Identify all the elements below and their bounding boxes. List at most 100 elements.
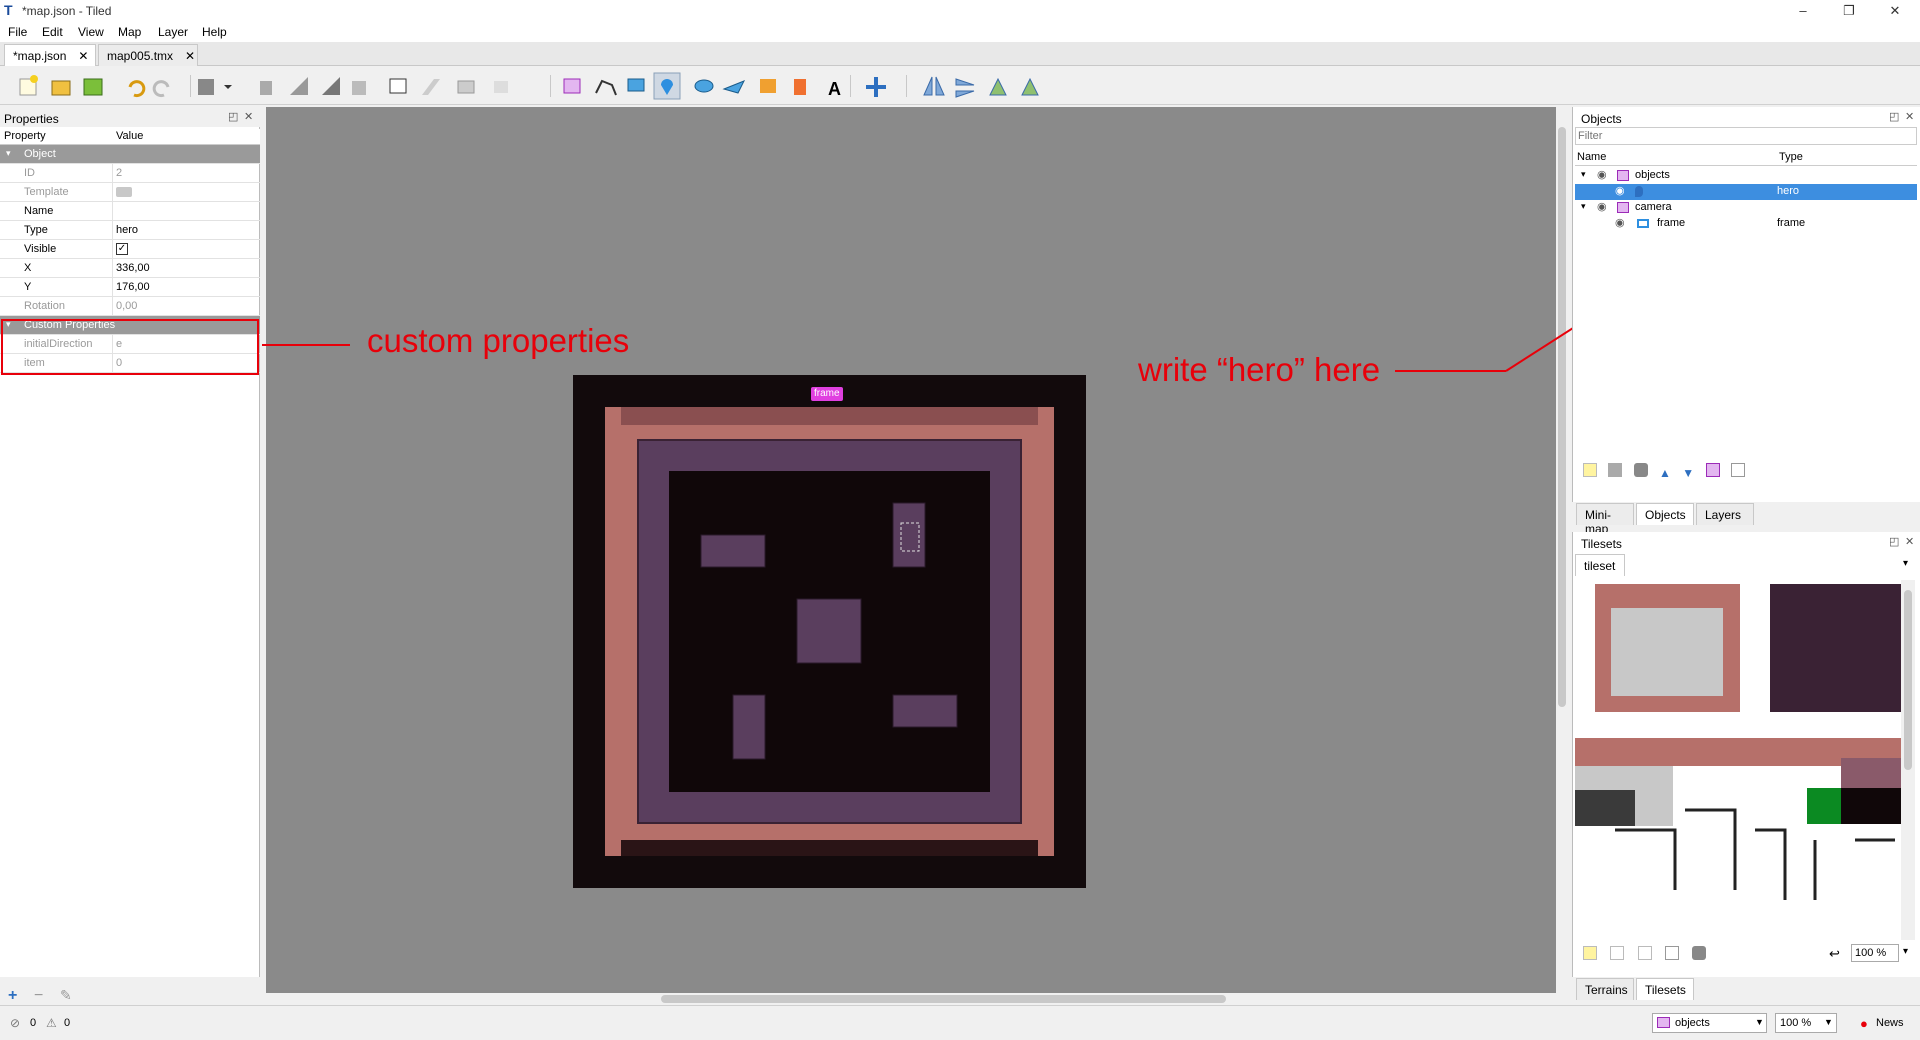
layer-name: objects <box>1635 169 1670 181</box>
tab-map-json[interactable]: *map.json ✕ <box>4 44 96 66</box>
move-up-icon[interactable]: ▲ <box>1659 466 1671 480</box>
visible-checkbox[interactable]: ✓ <box>116 243 128 255</box>
flip-h-icon <box>923 76 945 96</box>
tileset-zoom[interactable]: 100 % <box>1851 944 1899 962</box>
scrollbar-thumb[interactable] <box>661 995 1226 1003</box>
tab-tileset[interactable]: tileset <box>1575 554 1625 576</box>
tree-row-frame[interactable]: ◉ frame frame <box>1573 216 1919 232</box>
prop-row-template[interactable]: Template <box>0 183 260 202</box>
restore-button[interactable]: ❐ <box>1826 0 1872 22</box>
add-layer-icon[interactable] <box>1583 463 1597 477</box>
tree-row-hero[interactable]: ◉ hero <box>1575 184 1917 200</box>
template-icon[interactable] <box>116 187 132 197</box>
properties-icon[interactable] <box>1730 463 1745 477</box>
embed-tileset-icon[interactable] <box>1610 946 1625 960</box>
delete-tileset-icon[interactable] <box>1692 946 1707 960</box>
menu-layer[interactable]: Layer <box>158 25 188 39</box>
move-down-icon[interactable]: ▼ <box>1682 466 1694 480</box>
edit-tileset-icon[interactable] <box>1665 946 1680 960</box>
prop-row-type[interactable]: Type hero <box>0 221 260 240</box>
menu-edit[interactable]: Edit <box>42 25 63 39</box>
float-icon[interactable]: ◰ <box>1889 110 1899 123</box>
collapse-icon[interactable]: ▾ <box>6 148 11 159</box>
close-icon[interactable]: ✕ <box>244 110 253 123</box>
tileset-image[interactable] <box>1575 580 1903 940</box>
prop-row-x[interactable]: X 336,00 <box>0 259 260 278</box>
objects-bottom-tabs: Mini-map Objects Layers <box>1572 503 1920 536</box>
error-count: 0 <box>30 1017 37 1029</box>
prop-value[interactable]: hero <box>116 224 138 236</box>
col-property: Property <box>4 130 46 142</box>
new-tileset-icon[interactable] <box>1583 946 1597 960</box>
eye-icon[interactable]: ◉ <box>1597 200 1607 213</box>
tab-terrains[interactable]: Terrains <box>1576 978 1634 1000</box>
menu-map[interactable]: Map <box>118 25 141 39</box>
expand-icon[interactable]: ▾ <box>1581 201 1586 212</box>
group-object[interactable]: ▾ Object <box>0 145 260 164</box>
prop-value[interactable]: 176,00 <box>116 281 150 293</box>
scrollbar-thumb[interactable] <box>1904 590 1912 770</box>
tab-layers[interactable]: Layers <box>1696 503 1754 525</box>
menu-help[interactable]: Help <box>202 25 227 39</box>
prop-row-name[interactable]: Name <box>0 202 260 221</box>
eye-icon[interactable]: ◉ <box>1615 216 1625 229</box>
news-icon[interactable]: ● <box>1860 1016 1868 1031</box>
layer-select[interactable]: objects ▼ <box>1652 1013 1767 1033</box>
add-property-icon[interactable]: + <box>8 987 17 1005</box>
tab-minimap[interactable]: Mini-map <box>1576 503 1634 536</box>
close-icon[interactable]: ✕ <box>1905 110 1914 123</box>
close-icon[interactable]: ✕ <box>78 49 88 63</box>
prop-row-y[interactable]: Y 176,00 <box>0 278 260 297</box>
object-layer-icon[interactable] <box>1705 463 1720 477</box>
properties-header: Properties ◰ ✕ <box>0 107 260 127</box>
duplicate-icon[interactable] <box>1608 463 1623 477</box>
float-icon[interactable]: ◰ <box>1889 535 1899 548</box>
minimize-button[interactable]: – <box>1780 0 1826 22</box>
rotate-right-icon <box>1021 77 1039 96</box>
menu-view[interactable]: View <box>78 25 104 39</box>
remove-property-icon[interactable]: − <box>34 987 43 1005</box>
export-tileset-icon[interactable] <box>1637 946 1652 960</box>
chevron-down-icon[interactable]: ▾ <box>1903 946 1908 957</box>
menu-file[interactable]: File <box>8 25 27 39</box>
close-icon[interactable]: ✕ <box>1905 535 1914 548</box>
news-link[interactable]: News <box>1876 1017 1904 1029</box>
close-button[interactable]: ✕ <box>1872 0 1918 22</box>
tab-tilesets[interactable]: Tilesets <box>1636 978 1694 1000</box>
float-icon[interactable]: ◰ <box>228 110 238 123</box>
eye-icon[interactable]: ◉ <box>1615 184 1625 197</box>
chevron-down-icon[interactable]: ▾ <box>1903 558 1908 569</box>
expand-icon[interactable]: ▾ <box>1581 169 1586 180</box>
delete-icon[interactable] <box>1633 463 1648 477</box>
insert-template-icon <box>794 79 806 95</box>
frame-label[interactable]: frame <box>811 387 843 401</box>
prop-key: Template <box>24 186 69 198</box>
prop-row-visible[interactable]: Visible ✓ <box>0 240 260 259</box>
close-icon[interactable]: ✕ <box>185 49 195 63</box>
prop-value[interactable]: 0,00 <box>116 300 137 312</box>
object-layer-icon <box>1617 202 1629 213</box>
open-icon <box>51 80 71 96</box>
annotation-hero: write “hero” here <box>1138 351 1381 388</box>
tab-map005[interactable]: map005.tmx ✕ <box>98 44 198 66</box>
prop-row-id[interactable]: ID 2 <box>0 164 260 183</box>
tileset-scrollbar[interactable] <box>1901 580 1915 940</box>
tree-row-objects-layer[interactable]: ▾ ◉ objects <box>1573 168 1919 184</box>
prop-value[interactable]: 336,00 <box>116 262 150 274</box>
horizontal-scrollbar[interactable] <box>266 993 1556 1005</box>
new-icon <box>19 75 38 96</box>
rename-property-icon[interactable]: ✎ <box>60 987 72 1004</box>
point-icon <box>1635 186 1643 197</box>
eye-icon[interactable]: ◉ <box>1597 168 1607 181</box>
filter-input[interactable] <box>1575 127 1917 145</box>
tab-objects[interactable]: Objects <box>1636 503 1694 525</box>
tree-row-camera-layer[interactable]: ▾ ◉ camera <box>1573 200 1919 216</box>
prop-key: X <box>24 262 32 274</box>
tile-map[interactable]: frame <box>573 375 1086 888</box>
prop-row-rotation[interactable]: Rotation 0,00 <box>0 297 260 316</box>
dynamic-wrap-icon[interactable]: ↩ <box>1829 946 1840 962</box>
undo-icon <box>128 80 146 98</box>
rect-select-icon <box>389 78 407 94</box>
object-type: frame <box>1777 217 1806 229</box>
zoom-select[interactable]: 100 % ▼ <box>1775 1013 1837 1033</box>
